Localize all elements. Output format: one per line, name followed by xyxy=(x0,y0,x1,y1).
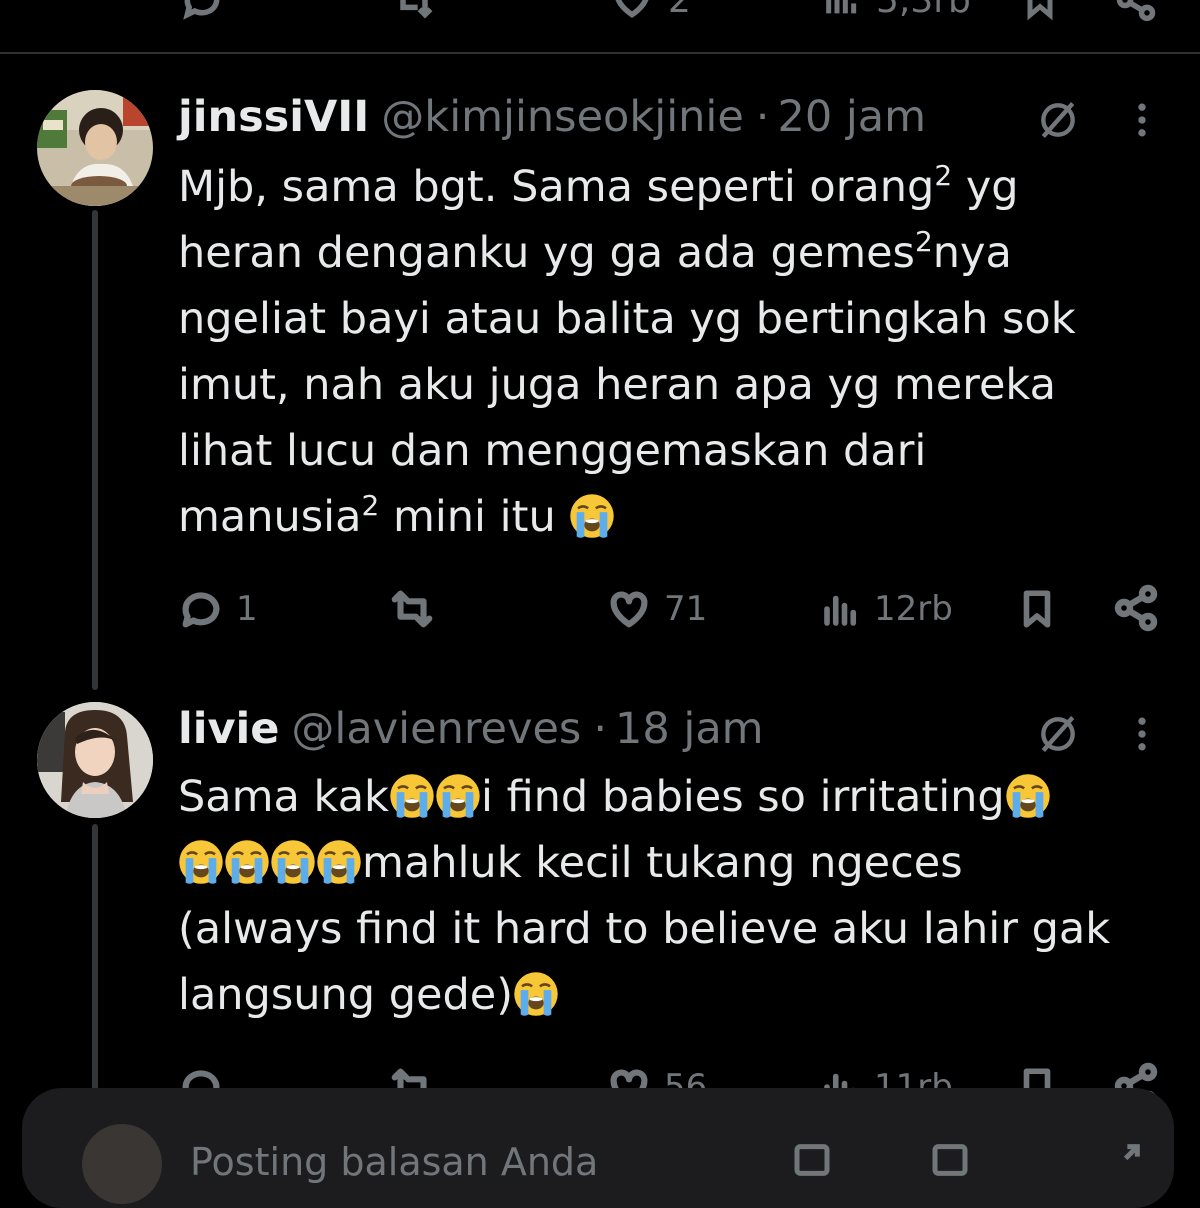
loudly-crying-face-icon xyxy=(514,972,558,1016)
tweet-text-line: Sama kak i find babies so irritating xyxy=(178,764,1168,830)
repost-button[interactable] xyxy=(388,586,436,632)
superscript-text: 2 xyxy=(934,159,953,192)
timestamp[interactable]: 20 jam xyxy=(777,92,926,142)
tweet-text-segment: ngeliat bayi atau balita yg bertingkah s… xyxy=(178,294,1076,344)
heart-icon xyxy=(610,591,648,628)
image-icon[interactable] xyxy=(792,1140,832,1180)
tweet-text: Mjb, sama bgt. Sama seperti orang2 yg her… xyxy=(178,154,1168,550)
loudly-crying-face-icon xyxy=(317,840,361,884)
timestamp[interactable]: 18 jam xyxy=(615,704,764,754)
tweet-text-segment: yg xyxy=(952,162,1019,212)
tweet-text-segment: (always find it hard to believe aku lahi… xyxy=(178,904,1111,954)
tweet-text-line: manusia2 mini itu xyxy=(178,484,1168,550)
more-vertical-icon[interactable] xyxy=(1120,98,1164,142)
reply-button[interactable]: 1 xyxy=(178,586,258,632)
handle[interactable]: @kimjinseokjinie xyxy=(381,92,744,142)
grok-icon[interactable] xyxy=(1036,712,1080,756)
tweet-text-line: lihat lucu dan menggemaskan dari xyxy=(178,418,1168,484)
tweet-text-line: ngeliat bayi atau balita yg bertingkah s… xyxy=(178,286,1168,352)
reply-input[interactable]: Posting balasan Anda xyxy=(190,1140,598,1184)
bookmark-button[interactable] xyxy=(1016,586,1058,632)
expand-icon[interactable] xyxy=(1104,1140,1144,1180)
tweet-text-segment: Sama kak xyxy=(178,772,389,822)
loudly-crying-face-icon xyxy=(390,774,434,818)
bookmark-icon xyxy=(1023,590,1051,628)
tweet-text-segment: manusia xyxy=(178,492,362,542)
loudly-crying-face-icon xyxy=(1006,774,1050,818)
avatar[interactable] xyxy=(37,90,153,206)
loudly-crying-face-icon xyxy=(179,840,223,884)
thread-connector-line xyxy=(92,824,98,1124)
tweet-text-segment: lihat lucu dan menggemaskan dari xyxy=(178,426,927,476)
display-name[interactable]: jinssiVII xyxy=(178,92,369,142)
bar-chart-icon xyxy=(824,595,857,626)
loudly-crying-face-icon xyxy=(570,494,615,538)
views-button[interactable]: 12rb xyxy=(820,586,953,632)
reply-icon[interactable] xyxy=(180,0,224,24)
meta-separator: · xyxy=(593,704,607,754)
tweet-header: jinssiVII @kimjinseokjinie · 20 jam xyxy=(178,92,926,142)
handle[interactable]: @lavienreves xyxy=(291,704,581,754)
tweet-text-segment: langsung gede) xyxy=(178,970,513,1020)
tweet-text-segment: mahluk kecil tukang ngeces xyxy=(362,838,963,888)
tweet-text-line: imut, nah aku juga heran apa yg mereka xyxy=(178,352,1168,418)
tweet-text-segment: i find babies so irritating xyxy=(480,772,1005,822)
loudly-crying-face-icon xyxy=(436,774,480,818)
repost-icon xyxy=(391,590,433,628)
repost-icon[interactable] xyxy=(392,0,436,24)
views-button[interactable]: 5,3rb xyxy=(822,0,971,22)
share-button[interactable] xyxy=(1112,584,1160,632)
loudly-crying-face-icon xyxy=(271,840,315,884)
gif-icon[interactable] xyxy=(930,1140,970,1180)
heart-icon xyxy=(615,0,649,18)
tweet-text-segment: imut, nah aku juga heran apa yg mereka xyxy=(178,360,1056,410)
views-count: 12rb xyxy=(874,589,953,629)
like-count: 71 xyxy=(664,589,708,629)
tweet-text-segment: heran denganku yg ga ada gemes xyxy=(178,228,915,278)
meta-separator: · xyxy=(755,92,770,142)
previous-tweet-actions: 2 5,3rb xyxy=(0,0,1200,24)
display-name[interactable]: livie xyxy=(178,704,279,754)
like-count: 2 xyxy=(668,0,691,21)
tweet-text-line: langsung gede) xyxy=(178,962,1168,1028)
share-icon xyxy=(1114,584,1158,632)
superscript-text: 2 xyxy=(914,225,933,258)
reply-count: 1 xyxy=(236,589,258,629)
tweet-text-line: heran denganku yg ga ada gemes2nya xyxy=(178,220,1168,286)
tweet-text-line: mahluk kecil tukang ngeces xyxy=(178,830,1168,896)
like-button[interactable]: 71 xyxy=(606,586,707,632)
views-count: 5,3rb xyxy=(876,0,971,21)
superscript-text: 2 xyxy=(361,489,380,522)
tweet-text: Sama kak i find babies so irritating mahlu… xyxy=(178,764,1168,1028)
share-icon[interactable] xyxy=(1114,0,1158,24)
bookmark-icon[interactable] xyxy=(1020,0,1060,24)
grok-icon[interactable] xyxy=(1036,98,1080,142)
like-button[interactable]: 2 xyxy=(610,0,691,22)
speech-bubble-icon xyxy=(182,592,220,628)
avatar[interactable] xyxy=(37,702,153,818)
tweet-text-segment: Mjb, sama bgt. Sama seperti orang xyxy=(178,162,935,212)
more-vertical-icon[interactable] xyxy=(1120,712,1164,756)
tweet-divider xyxy=(0,52,1200,54)
bar-chart-icon xyxy=(826,0,857,14)
tweet-header: livie @lavienreves · 18 jam xyxy=(178,704,764,754)
tweet-text-segment: nya xyxy=(932,228,1012,278)
tweet-text-line: Mjb, sama bgt. Sama seperti orang2 yg xyxy=(178,154,1168,220)
tweet-text-line: (always find it hard to believe aku lahi… xyxy=(178,896,1168,962)
tweet-text-segment: mini itu xyxy=(379,492,570,542)
reply-composer[interactable]: Posting balasan Anda xyxy=(22,1088,1174,1208)
avatar xyxy=(82,1124,162,1204)
thread-connector-line xyxy=(92,210,98,690)
loudly-crying-face-icon xyxy=(225,840,269,884)
